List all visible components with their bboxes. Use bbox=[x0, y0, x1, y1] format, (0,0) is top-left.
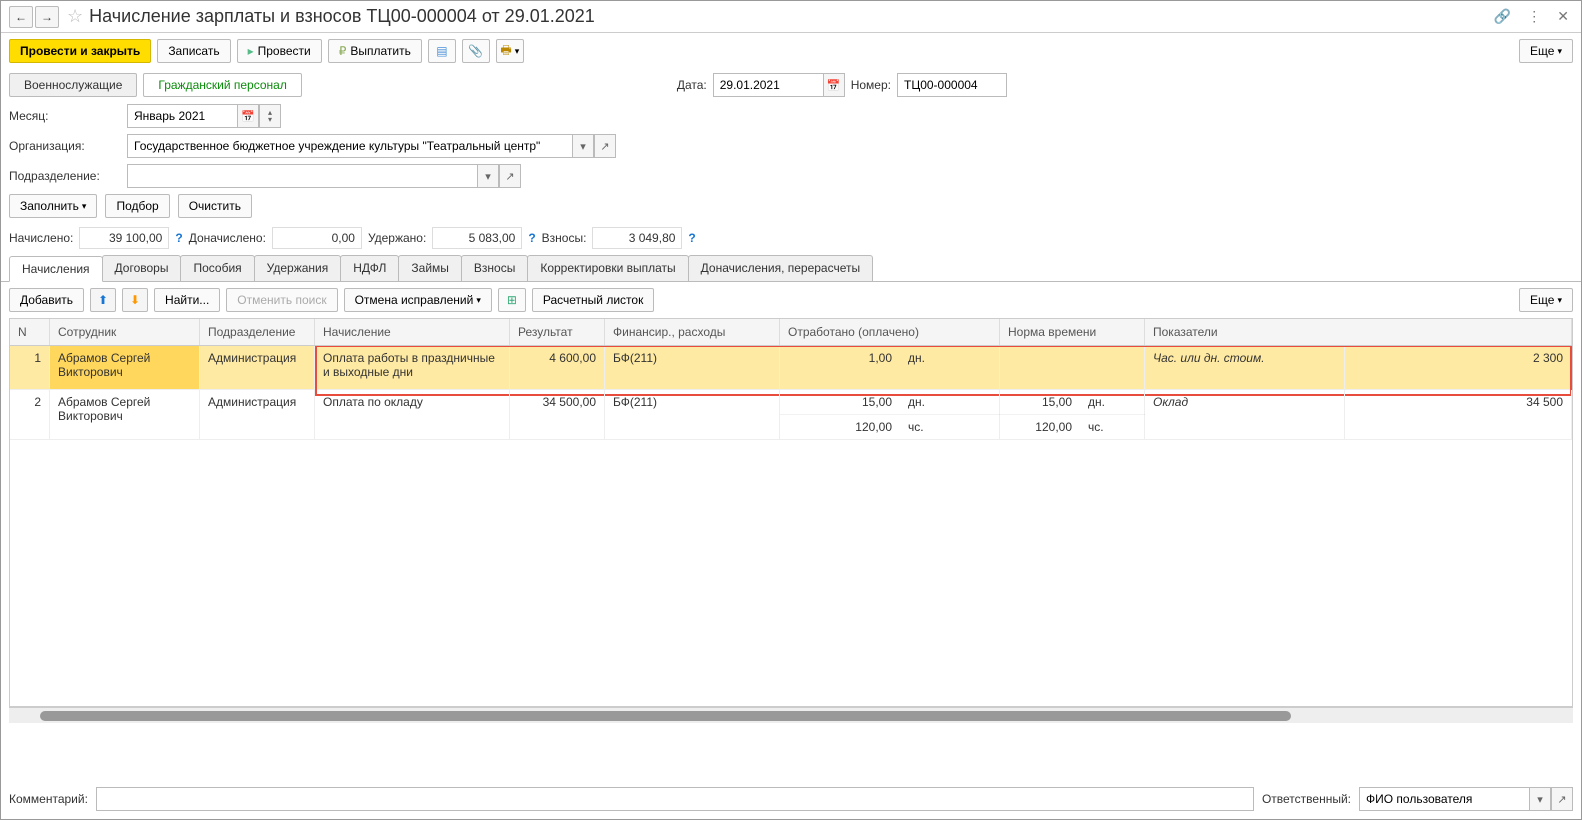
more-button[interactable]: Еще bbox=[1519, 39, 1573, 63]
additional-value: 0,00 bbox=[272, 227, 362, 249]
add-row-button[interactable]: Добавить bbox=[9, 288, 84, 312]
col-employee[interactable]: Сотрудник bbox=[50, 319, 200, 345]
nav-fwd-button[interactable]: → bbox=[35, 6, 59, 28]
month-input[interactable] bbox=[127, 104, 237, 128]
move-down-button[interactable]: ⬇ bbox=[122, 288, 148, 312]
contrib-value: 3 049,80 bbox=[592, 227, 682, 249]
responsible-label: Ответственный: bbox=[1262, 792, 1351, 806]
month-calendar-icon[interactable]: 📅 bbox=[237, 104, 259, 128]
pay-button[interactable]: ₽Выплатить bbox=[328, 39, 422, 63]
withheld-help-icon[interactable]: ? bbox=[528, 231, 535, 245]
report-icon[interactable]: ▤ bbox=[428, 39, 456, 63]
number-input[interactable] bbox=[897, 73, 1007, 97]
date-input[interactable] bbox=[713, 73, 823, 97]
move-up-button[interactable]: ⬆ bbox=[90, 288, 116, 312]
contrib-label: Взносы: bbox=[542, 231, 587, 245]
responsible-dropdown-icon[interactable]: ▾ bbox=[1529, 787, 1551, 811]
tab-benefits[interactable]: Пособия bbox=[180, 255, 254, 281]
contrib-help-icon[interactable]: ? bbox=[688, 231, 695, 245]
col-indicators[interactable]: Показатели bbox=[1145, 319, 1572, 345]
tab-accruals[interactable]: Начисления bbox=[9, 256, 103, 282]
accruals-grid: N Сотрудник Подразделение Начисление Рез… bbox=[9, 318, 1573, 707]
number-label: Номер: bbox=[851, 78, 891, 92]
dep-input[interactable] bbox=[127, 164, 477, 188]
org-input[interactable] bbox=[127, 134, 572, 158]
clear-button[interactable]: Очистить bbox=[178, 194, 252, 218]
post-button[interactable]: ▸Провести bbox=[237, 39, 322, 63]
attach-icon[interactable]: 📎 bbox=[462, 39, 490, 63]
accrued-label: Начислено: bbox=[9, 231, 73, 245]
col-department[interactable]: Подразделение bbox=[200, 319, 315, 345]
withheld-label: Удержано: bbox=[368, 231, 426, 245]
post-button-label: Провести bbox=[258, 44, 311, 58]
cancel-search-button[interactable]: Отменить поиск bbox=[226, 288, 337, 312]
col-accrual[interactable]: Начисление bbox=[315, 319, 510, 345]
tab-deductions[interactable]: Удержания bbox=[254, 255, 342, 281]
accrued-value: 39 100,00 bbox=[79, 227, 169, 249]
col-financing[interactable]: Финансир., расходы bbox=[605, 319, 780, 345]
responsible-open-icon[interactable]: ↗ bbox=[1551, 787, 1573, 811]
col-norm[interactable]: Норма времени bbox=[1000, 319, 1145, 345]
org-label: Организация: bbox=[9, 139, 119, 153]
grid-body: 1Абрамов Сергей ВикторовичАдминистрацияО… bbox=[10, 346, 1572, 706]
link-icon[interactable]: 🔗 bbox=[1490, 6, 1515, 27]
tab-contributions[interactable]: Взносы bbox=[461, 255, 528, 281]
pay-button-label: Выплатить bbox=[350, 44, 411, 58]
col-n[interactable]: N bbox=[10, 319, 50, 345]
table-row[interactable]: 1Абрамов Сергей ВикторовичАдминистрацияО… bbox=[10, 346, 1572, 390]
col-result[interactable]: Результат bbox=[510, 319, 605, 345]
write-button[interactable]: Записать bbox=[157, 39, 230, 63]
org-open-icon[interactable]: ↗ bbox=[594, 134, 616, 158]
comment-label: Комментарий: bbox=[9, 792, 88, 806]
close-icon[interactable]: ✕ bbox=[1553, 6, 1573, 27]
grid-more-button[interactable]: Еще bbox=[1519, 288, 1573, 312]
org-dropdown-icon[interactable]: ▾ bbox=[572, 134, 594, 158]
pick-button[interactable]: Подбор bbox=[105, 194, 169, 218]
month-label: Месяц: bbox=[9, 109, 119, 123]
date-label: Дата: bbox=[677, 78, 707, 92]
tab-civilian[interactable]: Гражданский персонал bbox=[143, 73, 301, 97]
tab-loans[interactable]: Займы bbox=[398, 255, 462, 281]
favorite-icon[interactable]: ☆ bbox=[67, 6, 83, 27]
cancel-corrections-button[interactable]: Отмена исправлений bbox=[344, 288, 492, 312]
print-icon[interactable]: 🖶 bbox=[496, 39, 524, 63]
tab-recalc[interactable]: Доначисления, перерасчеты bbox=[688, 255, 873, 281]
page-title: Начисление зарплаты и взносов ТЦ00-00000… bbox=[89, 6, 1490, 27]
tab-contracts[interactable]: Договоры bbox=[102, 255, 182, 281]
tab-military[interactable]: Военнослужащие bbox=[9, 73, 137, 97]
tab-ndfl[interactable]: НДФЛ bbox=[340, 255, 399, 281]
calendar-icon[interactable]: 📅 bbox=[823, 73, 845, 97]
accrued-help-icon[interactable]: ? bbox=[175, 231, 182, 245]
dep-open-icon[interactable]: ↗ bbox=[499, 164, 521, 188]
tab-corrections[interactable]: Корректировки выплаты bbox=[527, 255, 688, 281]
comment-input[interactable] bbox=[96, 787, 1254, 811]
month-spinner[interactable]: ▴▾ bbox=[259, 104, 281, 128]
horizontal-scrollbar[interactable] bbox=[9, 707, 1573, 723]
kebab-icon[interactable]: ⋮ bbox=[1523, 6, 1545, 27]
nav-back-button[interactable]: ← bbox=[9, 6, 33, 28]
dep-label: Подразделение: bbox=[9, 169, 119, 183]
grid-header: N Сотрудник Подразделение Начисление Рез… bbox=[10, 319, 1572, 346]
col-worked[interactable]: Отработано (оплачено) bbox=[780, 319, 1000, 345]
table-row[interactable]: 2Абрамов Сергей ВикторовичАдминистрацияО… bbox=[10, 390, 1572, 440]
find-button[interactable]: Найти... bbox=[154, 288, 220, 312]
post-and-close-button[interactable]: Провести и закрыть bbox=[9, 39, 151, 63]
payslip-button[interactable]: Расчетный листок bbox=[532, 288, 654, 312]
dep-dropdown-icon[interactable]: ▾ bbox=[477, 164, 499, 188]
fill-button[interactable]: Заполнить bbox=[9, 194, 97, 218]
additional-label: Доначислено: bbox=[189, 231, 266, 245]
withheld-value: 5 083,00 bbox=[432, 227, 522, 249]
responsible-input[interactable] bbox=[1359, 787, 1529, 811]
column-setup-icon[interactable]: ⊞ bbox=[498, 288, 526, 312]
